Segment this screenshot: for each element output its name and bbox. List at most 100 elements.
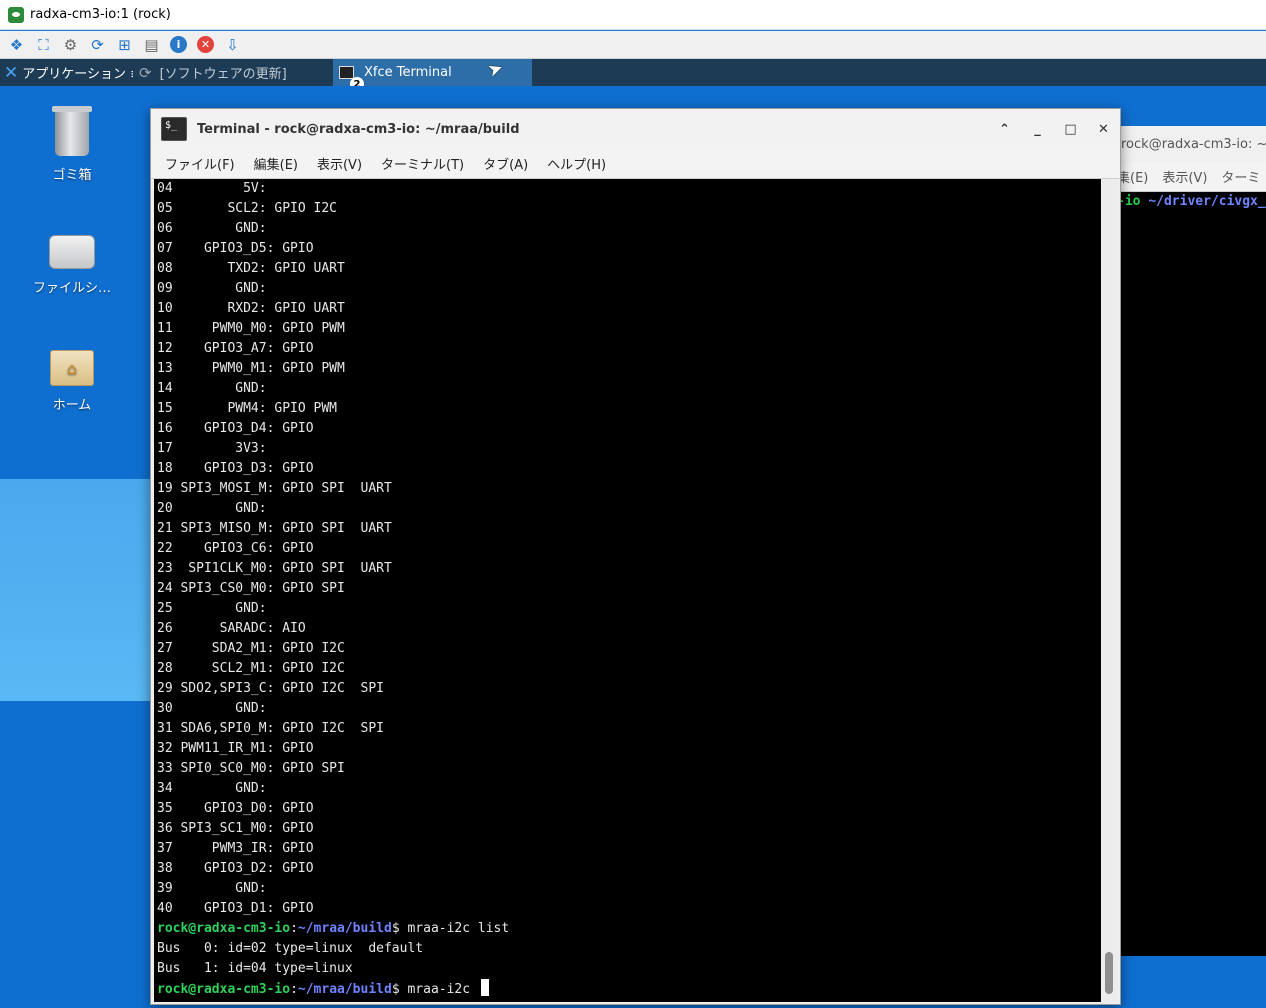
terminal-menubar: ファイル(F) 編集(E) 表示(V) ターミナル(T) タブ(A) ヘルプ(H… — [151, 149, 1120, 179]
minimize-button[interactable]: _ — [1021, 114, 1054, 144]
pin-line: 39 GND: — [157, 881, 267, 896]
pin-line: 25 GND: — [157, 601, 267, 616]
terminal-task-icon: 2 — [339, 66, 364, 91]
pin-line: 05 SCL2: GPIO I2C — [157, 201, 338, 216]
pin-line: 31 SDA6,SPI0_M: GPIO I2C SPI — [157, 721, 384, 736]
pin-list: 04 5V: 05 SCL2: GPIO I2C 06 GND: 07 GPIO3_D… — [157, 179, 1101, 919]
shade-button[interactable]: ⌃ — [988, 114, 1021, 144]
pin-line: 36 SPI3_SC1_M0: GPIO — [157, 821, 314, 836]
refresh-icon[interactable]: ⟳ — [86, 34, 109, 56]
settings-gear-icon[interactable]: ⚙ — [59, 34, 82, 56]
connection-options-icon[interactable]: ❖ — [5, 34, 28, 56]
command-text: mraa-i2c — [407, 982, 478, 997]
pin-line: 38 GPIO3_D2: GPIO — [157, 861, 314, 876]
pin-line: 26 SARADC: AIO — [157, 621, 306, 636]
pin-line: 06 GND: — [157, 221, 267, 236]
windows-key-icon[interactable]: ⊞ — [113, 34, 136, 56]
hard-drive-icon — [49, 235, 95, 269]
pin-line: 16 GPIO3_D4: GPIO — [157, 421, 314, 436]
terminal-scrollbar[interactable] — [1101, 179, 1118, 1002]
pin-line: 13 PWM0_M1: GPIO PWM — [157, 361, 345, 376]
applications-menu-label: アプリケーション ≡ — [22, 67, 133, 82]
pin-line: 33 SPI0_SC0_M0: GPIO SPI — [157, 761, 345, 776]
desktop-icon-home[interactable]: ⌂ ホーム — [17, 350, 127, 413]
desktop-icon-label: ホーム — [52, 398, 92, 413]
desktop-wallpaper-highlight — [0, 479, 150, 701]
pin-line: 09 GND: — [157, 281, 267, 296]
trash-icon — [52, 106, 92, 156]
menu-edit[interactable]: 編集(E) — [254, 154, 298, 173]
transfer-icon[interactable]: ⇩ — [221, 34, 244, 56]
pin-line: 19 SPI3_MOSI_M: GPIO SPI UART — [157, 481, 392, 496]
terminal-output[interactable]: 04 5V: 05 SCL2: GPIO I2C 06 GND: 07 GPIO3_D… — [154, 179, 1101, 1002]
viewer-title: radxa-cm3-io:1 (rock) — [30, 7, 171, 22]
pin-line: 08 TXD2: GPIO UART — [157, 261, 345, 276]
fullscreen-icon[interactable]: ⛶ — [32, 34, 55, 56]
text-cursor — [480, 979, 489, 996]
pin-line: 23 SPI1CLK_M0: GPIO SPI UART — [157, 561, 392, 576]
background-terminal-window[interactable]: rock@radxa-cm3-io: ~ 集(E) 表示(V) ターミ -io:… — [1112, 126, 1266, 956]
output-line: Bus 0: id=02 type=linux default — [157, 941, 424, 956]
xfce-logo-icon: ✕ — [4, 62, 19, 83]
pin-line: 07 GPIO3_D5: GPIO — [157, 241, 314, 256]
task-software-updates[interactable]: ⟳ [ソフトウェアの更新] — [133, 59, 333, 86]
scrollbar-thumb[interactable] — [1105, 952, 1113, 994]
menu-tabs[interactable]: タブ(A) — [483, 154, 528, 173]
bg-menu-edit[interactable]: 集(E) — [1117, 167, 1148, 186]
menu-help[interactable]: ヘルプ(H) — [547, 154, 606, 173]
pin-line: 21 SPI3_MISO_M: GPIO SPI UART — [157, 521, 392, 536]
pin-line: 15 PWM4: GPIO PWM — [157, 401, 338, 416]
pin-line: 18 GPIO3_D3: GPIO — [157, 461, 314, 476]
pin-line: 34 GND: — [157, 781, 267, 796]
disconnect-icon[interactable]: ✕ — [194, 34, 217, 56]
pin-line: 37 PWM3_IR: GPIO — [157, 841, 314, 856]
terminal-app-icon: $_ — [161, 117, 187, 141]
desktop-icon-trash[interactable]: ゴミ箱 — [17, 106, 127, 183]
desktop-icon-label: ゴミ箱 — [52, 168, 92, 183]
pin-line: 20 GND: — [157, 501, 267, 516]
terminal-window: $_ Terminal - rock@radxa-cm3-io: ~/mraa/… — [150, 108, 1121, 1005]
prompt-line: rock@radxa-cm3-io:~/mraa/build$ mraa-i2c… — [157, 921, 510, 936]
terminal-title: Terminal - rock@radxa-cm3-io: ~/mraa/bui… — [197, 121, 520, 137]
pin-line: 22 GPIO3_C6: GPIO — [157, 541, 314, 556]
maximize-button[interactable]: □ — [1054, 114, 1087, 144]
vnc-viewer-icon — [8, 6, 24, 23]
desktop-icon-filesystem[interactable]: ファイルシ… — [17, 235, 127, 296]
background-terminal-prompt: -io:~/driver/civgx_ — [1117, 194, 1266, 209]
viewer-titlebar: radxa-cm3-io:1 (rock) — [0, 0, 1266, 30]
command-text: mraa-i2c list — [407, 921, 510, 936]
terminal-titlebar[interactable]: $_ Terminal - rock@radxa-cm3-io: ~/mraa/… — [151, 109, 1120, 149]
pin-line: 32 PWM11_IR_M1: GPIO — [157, 741, 314, 756]
pin-line: 35 GPIO3_D0: GPIO — [157, 801, 314, 816]
update-refresh-icon: ⟳ — [139, 63, 152, 82]
viewer-toolbar: ❖ ⛶ ⚙ ⟳ ⊞ ▤ i ✕ ⇩ — [0, 31, 1266, 59]
pin-line: 10 RXD2: GPIO UART — [157, 301, 345, 316]
bg-menu-terminal[interactable]: ターミ — [1221, 167, 1260, 186]
menu-file[interactable]: ファイル(F) — [165, 154, 235, 173]
pin-line: 04 5V: — [157, 181, 267, 196]
menu-view[interactable]: 表示(V) — [317, 154, 362, 173]
bg-menu-view[interactable]: 表示(V) — [1162, 167, 1207, 186]
info-icon[interactable]: i — [167, 34, 190, 56]
pin-line: 24 SPI3_CS0_M0: GPIO SPI — [157, 581, 345, 596]
menu-terminal[interactable]: ターミナル(T) — [381, 154, 464, 173]
background-terminal-title: rock@radxa-cm3-io: ~ — [1113, 126, 1266, 162]
pin-line: 14 GND: — [157, 381, 267, 396]
applications-menu[interactable]: ✕ アプリケーション ≡ — [0, 59, 133, 86]
pin-line: 29 SDO2,SPI3_C: GPIO I2C SPI — [157, 681, 384, 696]
pin-line: 27 SDA2_M1: GPIO I2C — [157, 641, 345, 656]
task-label: [ソフトウェアの更新] — [159, 67, 287, 82]
desktop-icon-label: ファイルシ… — [32, 281, 111, 296]
task-label: Xfce Terminal — [364, 65, 452, 80]
pin-line: 28 SCL2_M1: GPIO I2C — [157, 661, 345, 676]
close-button[interactable]: ✕ — [1087, 114, 1120, 144]
pin-line: 12 GPIO3_A7: GPIO — [157, 341, 314, 356]
background-terminal-menubar: 集(E) 表示(V) ターミ — [1113, 162, 1266, 192]
pin-line: 30 GND: — [157, 701, 267, 716]
pin-line: 40 GPIO3_D1: GPIO — [157, 901, 314, 916]
output-line: Bus 1: id=04 type=linux — [157, 961, 353, 976]
clipboard-icon[interactable]: ▤ — [140, 34, 163, 56]
pin-line: 11 PWM0_M0: GPIO PWM — [157, 321, 345, 336]
home-folder-icon: ⌂ — [50, 350, 94, 386]
pin-line: 17 3V3: — [157, 441, 267, 456]
